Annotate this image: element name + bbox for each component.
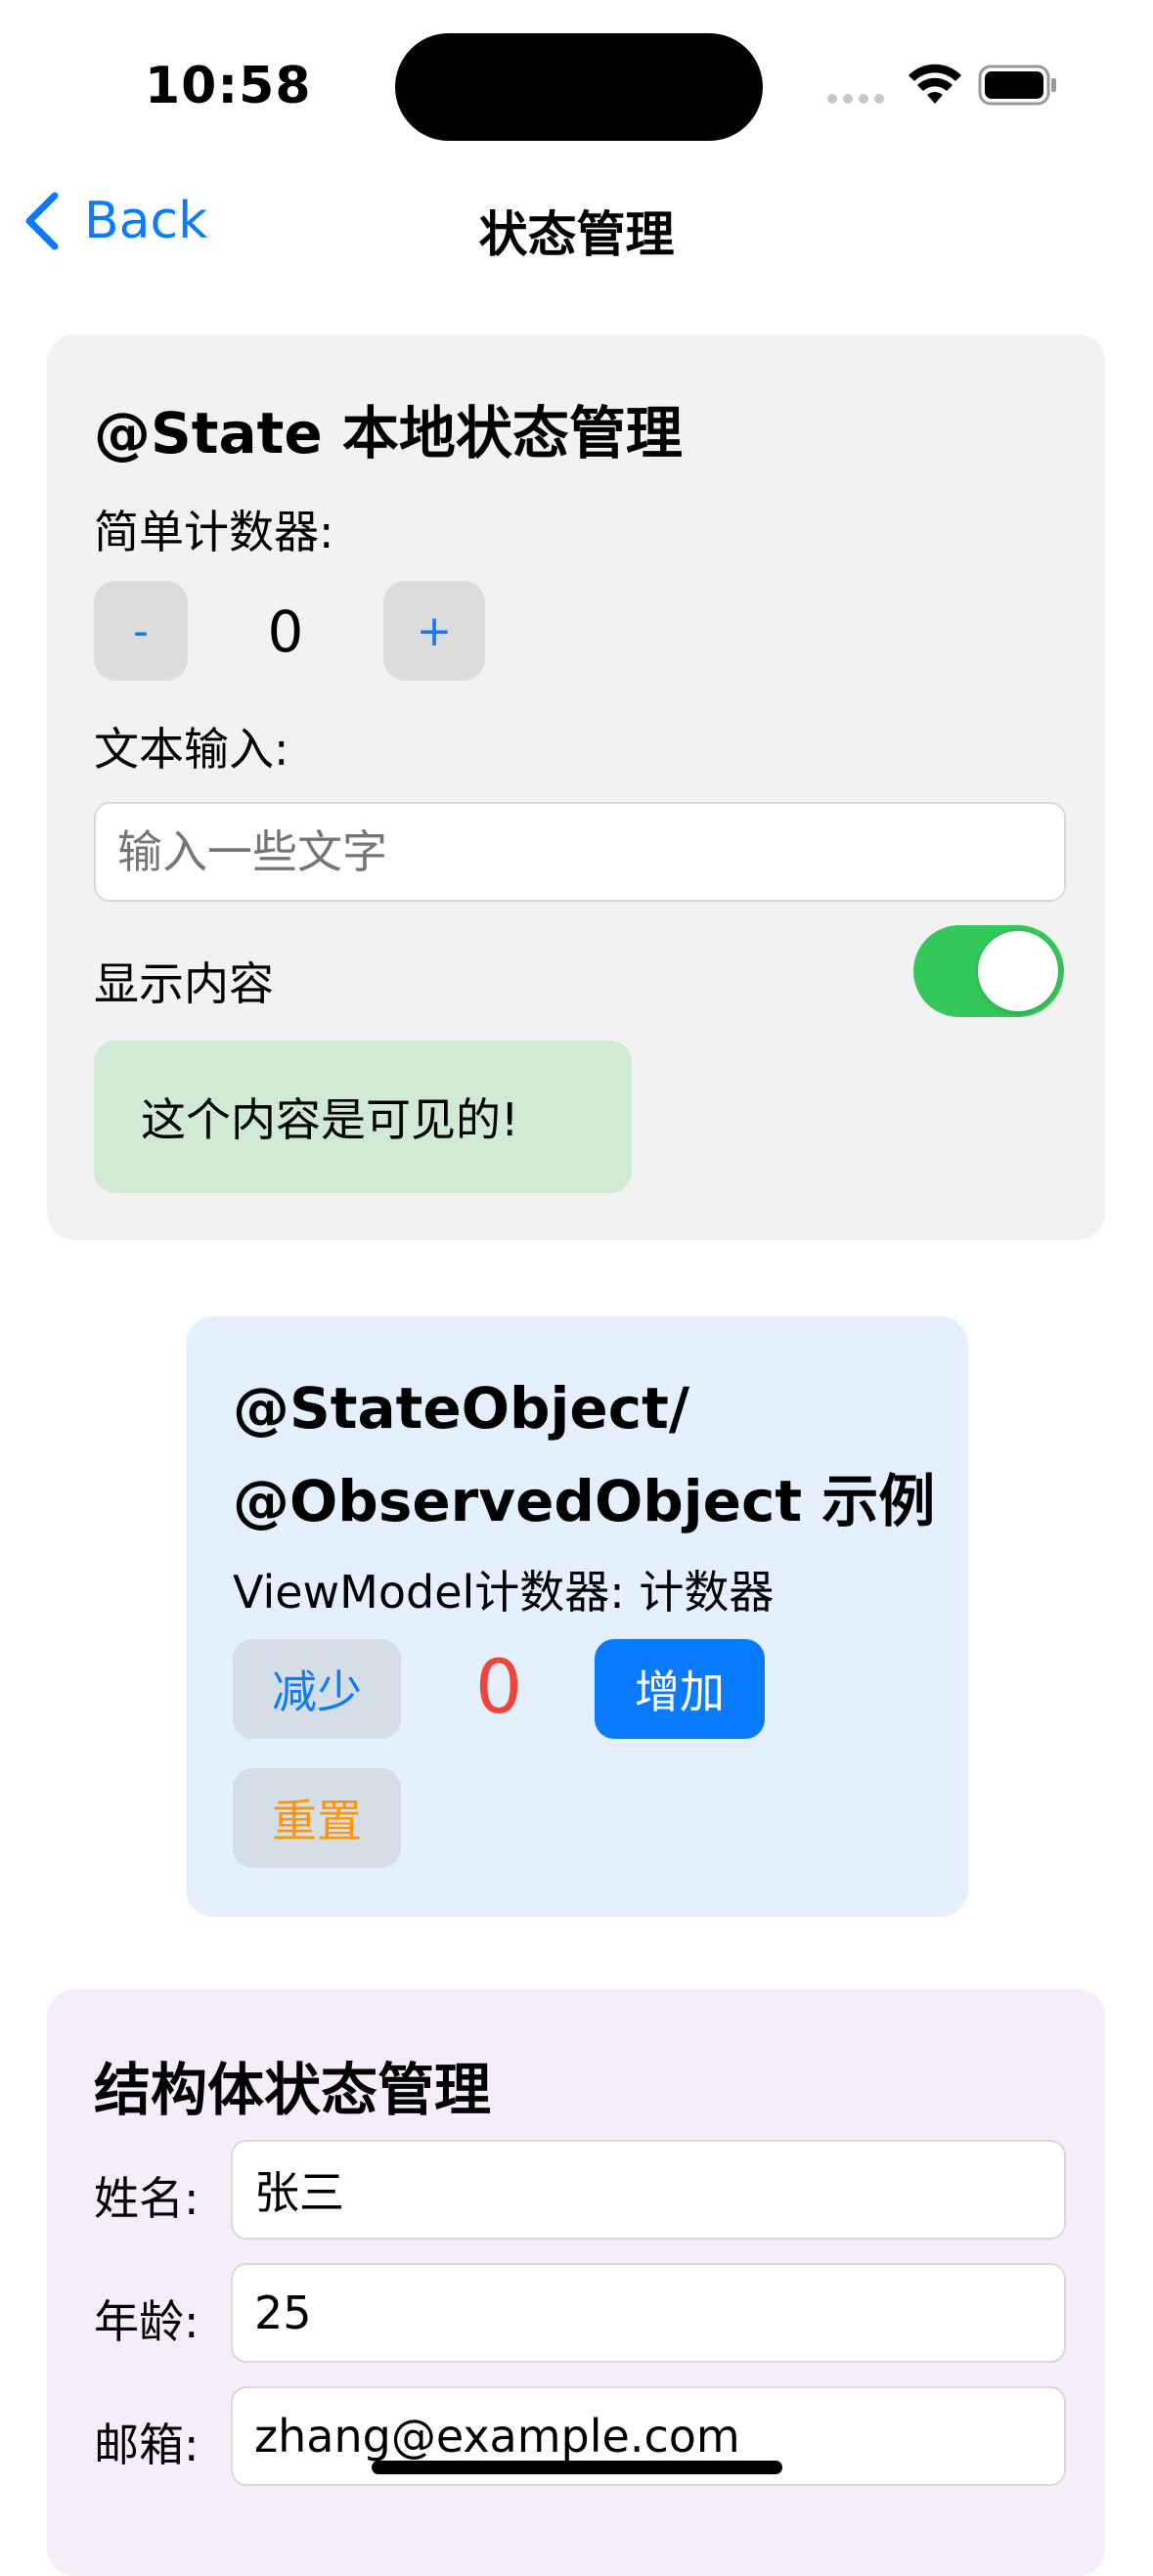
home-indicator bbox=[372, 2461, 782, 2474]
age-field[interactable]: 25 bbox=[231, 2263, 1066, 2363]
viewmodel-subtitle: ViewModel计数器: 计数器 bbox=[233, 1566, 775, 1619]
wifi-icon bbox=[909, 64, 961, 104]
page-title: 状态管理 bbox=[478, 206, 675, 263]
reset-button[interactable]: 重置 bbox=[233, 1768, 401, 1868]
show-content-label: 显示内容 bbox=[94, 957, 274, 1010]
email-label: 邮箱: bbox=[94, 2419, 200, 2471]
name-field[interactable]: 张三 bbox=[231, 2140, 1066, 2240]
decrease-button[interactable]: 减少 bbox=[233, 1639, 401, 1739]
state-card-title: @State 本地状态管理 bbox=[94, 400, 683, 466]
age-value: 25 bbox=[254, 2287, 312, 2339]
status-time: 10:58 bbox=[145, 57, 312, 115]
counter-value: 0 bbox=[267, 599, 304, 665]
dynamic-island bbox=[395, 33, 763, 141]
text-input[interactable] bbox=[94, 802, 1066, 902]
text-input-label: 文本输入: bbox=[94, 723, 289, 776]
struct-card-title: 结构体状态管理 bbox=[94, 2057, 492, 2123]
email-value: zhang@example.com bbox=[254, 2410, 740, 2463]
name-value: 张三 bbox=[254, 2166, 344, 2219]
battery-icon bbox=[978, 65, 1056, 106]
visible-content-text: 这个内容是可见的! bbox=[141, 1093, 519, 1146]
viewmodel-count-value: 0 bbox=[474, 1643, 523, 1730]
show-content-toggle[interactable] bbox=[913, 925, 1064, 1017]
increase-button[interactable]: 增加 bbox=[595, 1639, 765, 1739]
toggle-knob bbox=[978, 931, 1058, 1011]
observed-card-title-line1: @StateObject/ bbox=[233, 1375, 690, 1442]
observed-card-title-line2: @ObservedObject 示例 bbox=[233, 1468, 936, 1534]
increment-button[interactable]: + bbox=[383, 581, 485, 681]
visible-content-box: 这个内容是可见的! bbox=[94, 1041, 632, 1193]
decrement-button[interactable]: - bbox=[94, 581, 188, 681]
cellular-signal-icon bbox=[827, 94, 884, 104]
age-label: 年龄: bbox=[94, 2295, 200, 2348]
name-label: 姓名: bbox=[94, 2172, 200, 2225]
counter-label: 简单计数器: bbox=[94, 506, 334, 558]
